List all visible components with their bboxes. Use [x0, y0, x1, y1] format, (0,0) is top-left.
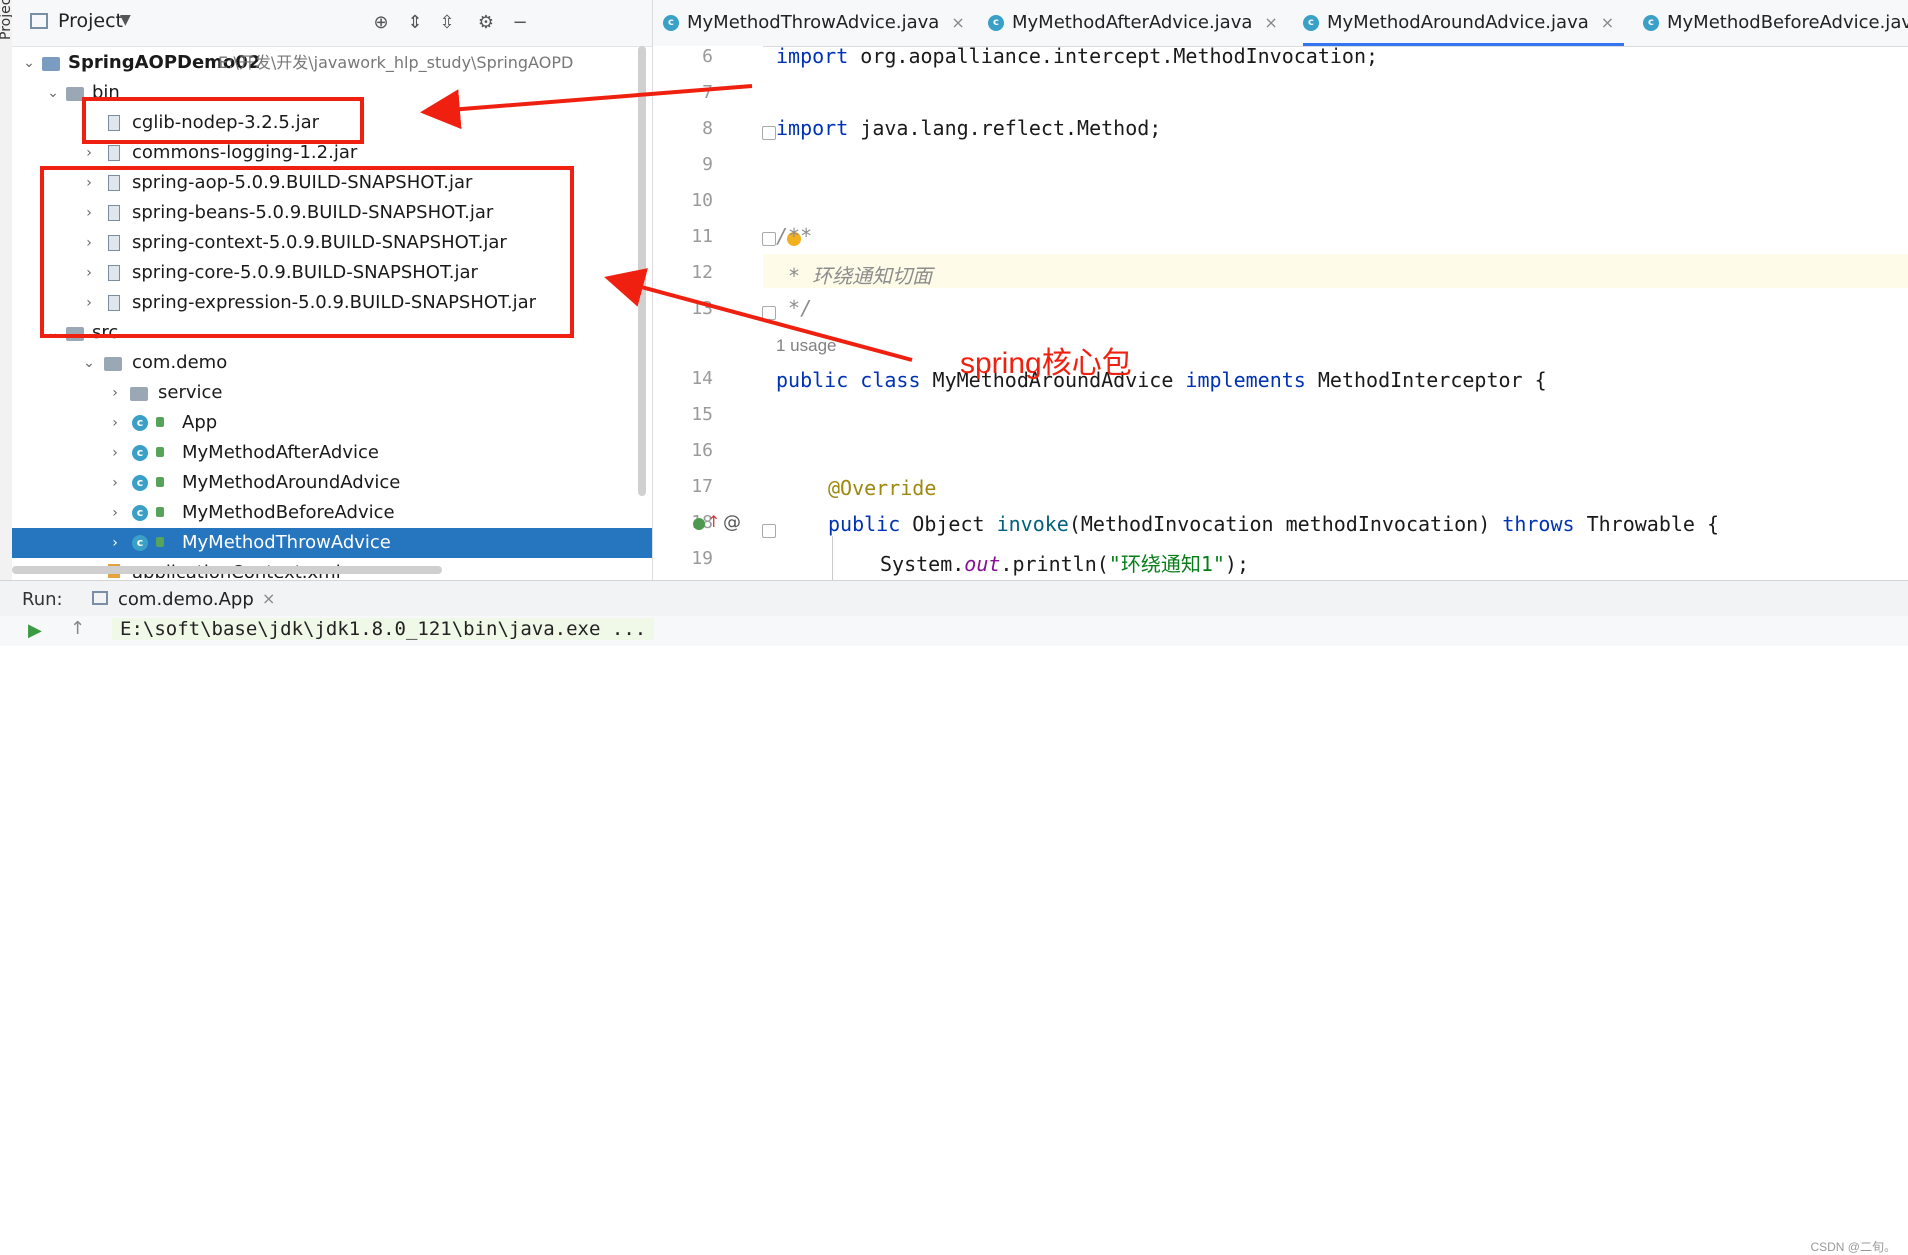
watermark: CSDN @二旬。	[1810, 1240, 1896, 1254]
arrow-to-spring-jars	[604, 268, 913, 362]
arrow-to-cglib	[420, 84, 753, 130]
annotation-label: spring核心包	[960, 347, 1132, 380]
annotation-arrows	[420, 84, 913, 362]
